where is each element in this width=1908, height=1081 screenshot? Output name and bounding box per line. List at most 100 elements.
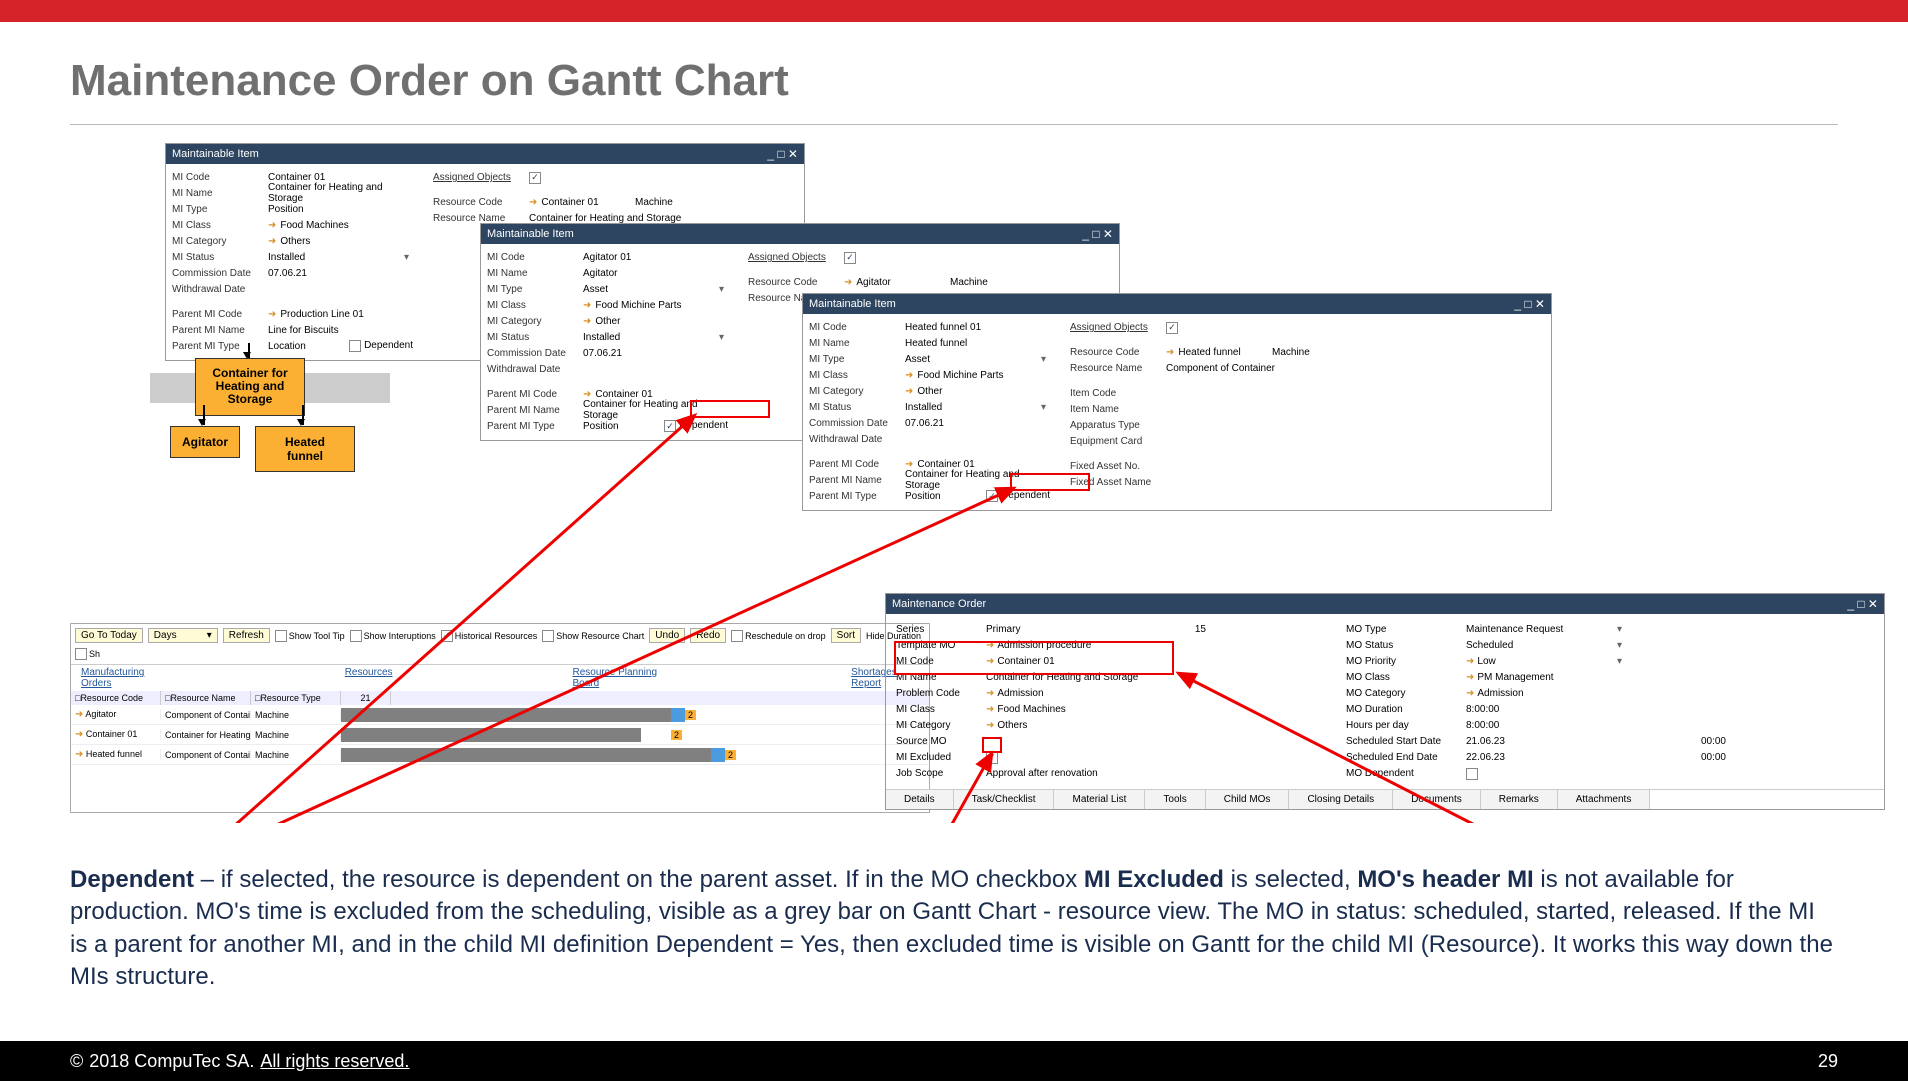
lbl-miclass: MI Class: [172, 220, 262, 231]
description-text: Dependent – if selected, the resource is…: [70, 864, 1838, 994]
redo-button[interactable]: Redo: [690, 628, 726, 643]
gantt-row[interactable]: ➜ Container 01 Container for Heating Mac…: [71, 725, 929, 745]
hier-container: Container for Heating and Storage: [195, 358, 305, 416]
gantt-bar-grey: [341, 728, 641, 742]
top-red-bar: [0, 0, 1908, 22]
tab-child[interactable]: Child MOs: [1206, 790, 1290, 809]
dependent-checkbox[interactable]: [986, 490, 998, 502]
window-titlebar: Maintainable Item _ □ ✕: [481, 224, 1119, 244]
page-title: Maintenance Order on Gantt Chart: [70, 56, 1908, 106]
lbl-ao: Assigned Objects: [433, 172, 523, 183]
copyright-icon: ©: [70, 1051, 83, 1072]
lbl-micat: MI Category: [172, 236, 262, 247]
tab-closing[interactable]: Closing Details: [1289, 790, 1393, 809]
window-titlebar: Maintenance Order _ □ ✕: [886, 594, 1884, 614]
content-area: Maintainable Item _ □ ✕ MI Code Container…: [70, 143, 1838, 823]
hier-agitator: Agitator: [170, 426, 240, 458]
dependent-checkbox[interactable]: [349, 340, 361, 352]
gantt-header: □Resource Code □Resource Name □Resource …: [71, 691, 929, 705]
tab-details[interactable]: Details: [886, 790, 954, 809]
val-pcode[interactable]: ➜Production Line 01: [268, 309, 413, 321]
col-rtype: □Resource Type: [251, 691, 341, 705]
window-controls[interactable]: _ □ ✕: [1514, 297, 1545, 311]
sort-button[interactable]: Sort: [831, 628, 861, 643]
lbl-miname: MI Name: [172, 188, 262, 199]
arrow-icon: ➜: [268, 236, 276, 247]
val-comm[interactable]: 07.06.21: [268, 268, 413, 280]
arrow-icon: ➜: [529, 197, 537, 208]
tab-planning[interactable]: Resource Planning Board: [573, 667, 672, 689]
mi-window-heated-funnel: Maintainable Item _ □ ✕ MI CodeHeated fu…: [802, 293, 1552, 511]
gantt-badge: 2: [671, 730, 682, 740]
mo-window: Maintenance Order _ □ ✕ SeriesPrimary15 …: [885, 593, 1885, 810]
col-day: 21: [341, 691, 391, 705]
dropdown-icon[interactable]: ▾: [1041, 402, 1050, 413]
ao-checkbox[interactable]: [529, 172, 541, 184]
tab-resources[interactable]: Resources: [345, 667, 393, 689]
ao-checkbox[interactable]: [844, 252, 856, 264]
val-with[interactable]: [268, 289, 413, 290]
window-controls[interactable]: _ □ ✕: [1082, 227, 1113, 241]
resource-chart-checkbox[interactable]: [542, 630, 554, 642]
dropdown-icon[interactable]: ▾: [719, 284, 728, 295]
gantt-bar-blue: [671, 708, 685, 722]
gantt-tabs: Manufacturing Orders Resources Resource …: [71, 665, 929, 691]
lbl-with: Withdrawal Date: [172, 284, 262, 295]
divider: [70, 124, 1838, 125]
hier-heated-funnel: Heated funnel: [255, 426, 355, 472]
tab-docs[interactable]: Documents: [1393, 790, 1481, 809]
arrow-icon: ➜: [268, 309, 276, 320]
tab-attach[interactable]: Attachments: [1558, 790, 1651, 809]
val-pname[interactable]: Line for Biscuits: [268, 325, 413, 337]
sh-checkbox[interactable]: [75, 648, 87, 660]
days-dropdown[interactable]: Days▾: [148, 628, 218, 643]
lbl-rc: Resource Code: [433, 197, 523, 208]
goto-today-button[interactable]: Go To Today: [75, 628, 143, 643]
tooltip-checkbox[interactable]: [275, 630, 287, 642]
tab-remarks[interactable]: Remarks: [1481, 790, 1558, 809]
dropdown-icon[interactable]: ▾: [719, 332, 728, 343]
arrow-icon: ➜: [268, 220, 276, 231]
val-micat[interactable]: ➜Others: [268, 236, 413, 248]
arrow-down-icon: [198, 419, 206, 426]
tab-task[interactable]: Task/Checklist: [954, 790, 1055, 809]
dependent-checkbox[interactable]: [664, 420, 676, 432]
dropdown-icon[interactable]: ▾: [404, 252, 413, 263]
historical-checkbox[interactable]: [441, 630, 453, 642]
reschedule-checkbox[interactable]: [731, 630, 743, 642]
lbl-micode: MI Code: [172, 172, 262, 183]
val-ptype[interactable]: LocationDependent: [268, 340, 413, 353]
gantt-bar-grey: [341, 748, 711, 762]
gantt-badge: 2: [725, 750, 736, 760]
footer: © 2018 CompuTec SA. All rights reserved.…: [0, 1041, 1908, 1081]
refresh-button[interactable]: Refresh: [223, 628, 270, 643]
gantt-row[interactable]: ➜ Heated funnel Component of Contair Mac…: [71, 745, 929, 765]
undo-button[interactable]: Undo: [649, 628, 685, 643]
dropdown-icon[interactable]: ▾: [1041, 354, 1050, 365]
lbl-pcode: Parent MI Code: [172, 309, 262, 320]
tab-mo[interactable]: Manufacturing Orders: [81, 667, 165, 689]
gantt-row[interactable]: ➜ Agitator Component of Contair Machine …: [71, 705, 929, 725]
interruptions-checkbox[interactable]: [350, 630, 362, 642]
window-title: Maintenance Order: [892, 598, 986, 610]
col-rcode: □Resource Code: [71, 691, 161, 705]
mo-dependent-checkbox[interactable]: [1466, 768, 1478, 780]
val-mistatus[interactable]: Installed▾: [268, 252, 413, 264]
ao-checkbox[interactable]: [1166, 322, 1178, 334]
lbl-pname: Parent MI Name: [172, 325, 262, 336]
val-rc[interactable]: ➜Container 01: [529, 197, 629, 209]
lbl-mitype: MI Type: [172, 204, 262, 215]
tab-tools[interactable]: Tools: [1145, 790, 1205, 809]
arrow-down-icon: [243, 352, 251, 359]
gantt-toolbar: Go To Today Days▾ Refresh Show Tool Tip …: [71, 624, 929, 665]
window-controls[interactable]: _ □ ✕: [1847, 597, 1878, 611]
window-controls[interactable]: _ □ ✕: [767, 147, 798, 161]
lbl-mistatus: MI Status: [172, 252, 262, 263]
mi-excluded-checkbox[interactable]: [986, 752, 998, 764]
window-title: Maintainable Item: [487, 228, 574, 240]
gantt-badge: 2: [685, 710, 696, 720]
tab-material[interactable]: Material List: [1054, 790, 1145, 809]
val-mitype[interactable]: Position: [268, 204, 413, 216]
val-miclass[interactable]: ➜Food Machines: [268, 220, 413, 232]
footer-rights: All rights reserved.: [260, 1051, 409, 1072]
